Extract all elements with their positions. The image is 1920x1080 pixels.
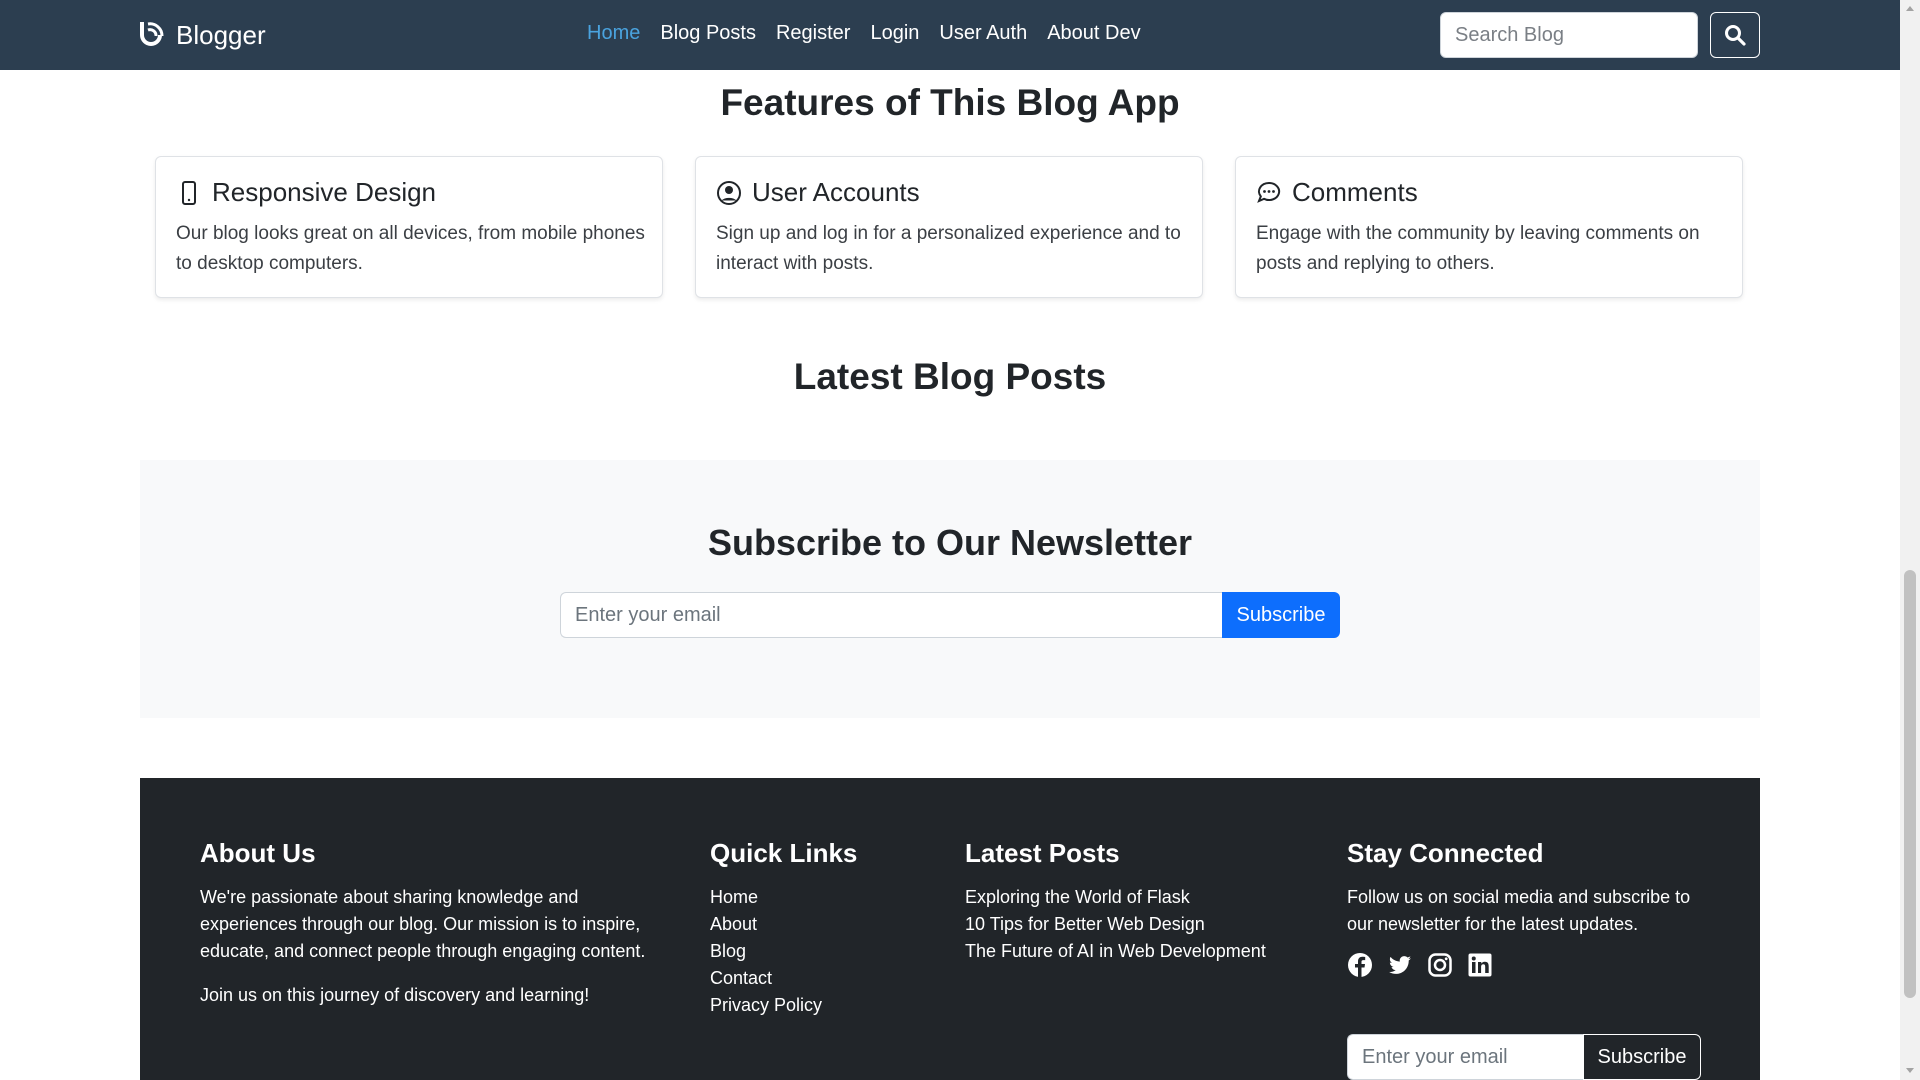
nav-link-home[interactable]: Home — [587, 22, 640, 45]
twitter-icon[interactable] — [1387, 952, 1413, 978]
feature-title-row: Comments — [1256, 177, 1418, 208]
newsletter-email-input[interactable] — [560, 592, 1222, 638]
brand-logo[interactable]: Blogger — [138, 17, 266, 53]
footer-quick-links-title: Quick Links — [710, 838, 858, 868]
brand-name: Blogger — [176, 19, 266, 50]
footer-quick-links: Quick Links Home About Blog Contact Priv… — [710, 838, 930, 1019]
feature-card-user-accounts: User Accounts Sign up and log in for a p… — [695, 156, 1203, 298]
footer-email-input[interactable] — [1347, 1034, 1583, 1080]
navbar: Blogger Home Blog Posts Register Login U… — [0, 0, 1900, 70]
scroll-down-arrow-icon[interactable] — [1906, 1068, 1914, 1073]
blogger-icon — [138, 18, 166, 53]
scrollbar-thumb[interactable] — [1904, 570, 1916, 998]
search-icon — [1725, 25, 1746, 46]
newsletter-subscribe-button[interactable]: Subscribe — [1222, 592, 1340, 638]
facebook-icon[interactable] — [1347, 952, 1373, 978]
nav-link-register[interactable]: Register — [776, 22, 850, 45]
scrollbar[interactable] — [1900, 0, 1920, 1080]
nav-link-about-dev[interactable]: About Dev — [1047, 22, 1140, 45]
footer-link-blog[interactable]: Blog — [710, 938, 930, 965]
newsletter-section: Subscribe to Our Newsletter Subscribe — [140, 460, 1760, 718]
feature-title: Responsive Design — [212, 177, 437, 207]
instagram-icon[interactable] — [1427, 952, 1453, 978]
latest-posts-title: Latest Blog Posts — [793, 356, 1107, 397]
nav-link-login[interactable]: Login — [870, 22, 919, 45]
footer-link-home[interactable]: Home — [710, 884, 930, 911]
feature-title-row: User Accounts — [716, 177, 920, 208]
footer-subscribe-button[interactable]: Subscribe — [1583, 1034, 1701, 1080]
footer-link-contact[interactable]: Contact — [710, 965, 930, 992]
footer-about-text: We're passionate about sharing knowledge… — [200, 887, 646, 961]
feature-card-responsive: Responsive Design Our blog looks great o… — [155, 156, 663, 298]
footer-quick-links-list: Home About Blog Contact Privacy Policy — [710, 884, 930, 1019]
nav-link-blog-posts[interactable]: Blog Posts — [660, 22, 756, 45]
footer-about-title: About Us — [200, 838, 316, 868]
footer-link-privacy-policy[interactable]: Privacy Policy — [710, 992, 930, 1019]
footer-stay-connected-text: Follow us on social media and subscribe … — [1347, 887, 1691, 934]
linkedin-icon[interactable] — [1467, 952, 1493, 978]
footer-stay-connected: Stay Connected Follow us on social media… — [1347, 838, 1707, 1080]
features-title: Features of This Blog App — [720, 82, 1180, 123]
scroll-up-arrow-icon[interactable] — [1906, 6, 1914, 11]
feature-title: Comments — [1292, 177, 1418, 207]
nav-links: Home Blog Posts Register Login User Auth… — [587, 22, 1141, 45]
social-icons — [1347, 952, 1707, 978]
footer: About Us We're passionate about sharing … — [140, 778, 1760, 1080]
feature-description: Sign up and log in for a personalized ex… — [716, 223, 1181, 274]
footer-about: About Us We're passionate about sharing … — [200, 838, 680, 1009]
footer-latest-posts: Latest Posts Exploring the World of Flas… — [965, 838, 1315, 965]
user-circle-icon — [717, 180, 741, 205]
footer-post-link[interactable]: 10 Tips for Better Web Design — [965, 911, 1315, 938]
footer-post-link[interactable]: The Future of AI in Web Development — [965, 938, 1315, 965]
footer-about-text-2: Join us on this journey of discovery and… — [200, 985, 590, 1005]
nav-link-user-auth[interactable]: User Auth — [939, 22, 1027, 45]
footer-link-about[interactable]: About — [710, 911, 930, 938]
footer-stay-connected-title: Stay Connected — [1347, 838, 1544, 868]
footer-latest-posts-list: Exploring the World of Flask 10 Tips for… — [965, 884, 1315, 965]
footer-post-link[interactable]: Exploring the World of Flask — [965, 884, 1315, 911]
feature-description: Engage with the community by leaving com… — [1256, 223, 1700, 274]
chat-dots-icon — [1257, 181, 1281, 203]
feature-title: User Accounts — [752, 177, 920, 207]
feature-description: Our blog looks great on all devices, fro… — [176, 223, 645, 274]
search-button[interactable] — [1710, 12, 1760, 58]
footer-latest-posts-title: Latest Posts — [965, 838, 1120, 868]
feature-card-comments: Comments Engage with the community by le… — [1235, 156, 1743, 298]
feature-title-row: Responsive Design — [176, 177, 436, 208]
search-input[interactable] — [1440, 12, 1698, 58]
newsletter-title: Subscribe to Our Newsletter — [707, 522, 1193, 563]
phone-icon — [182, 180, 196, 205]
